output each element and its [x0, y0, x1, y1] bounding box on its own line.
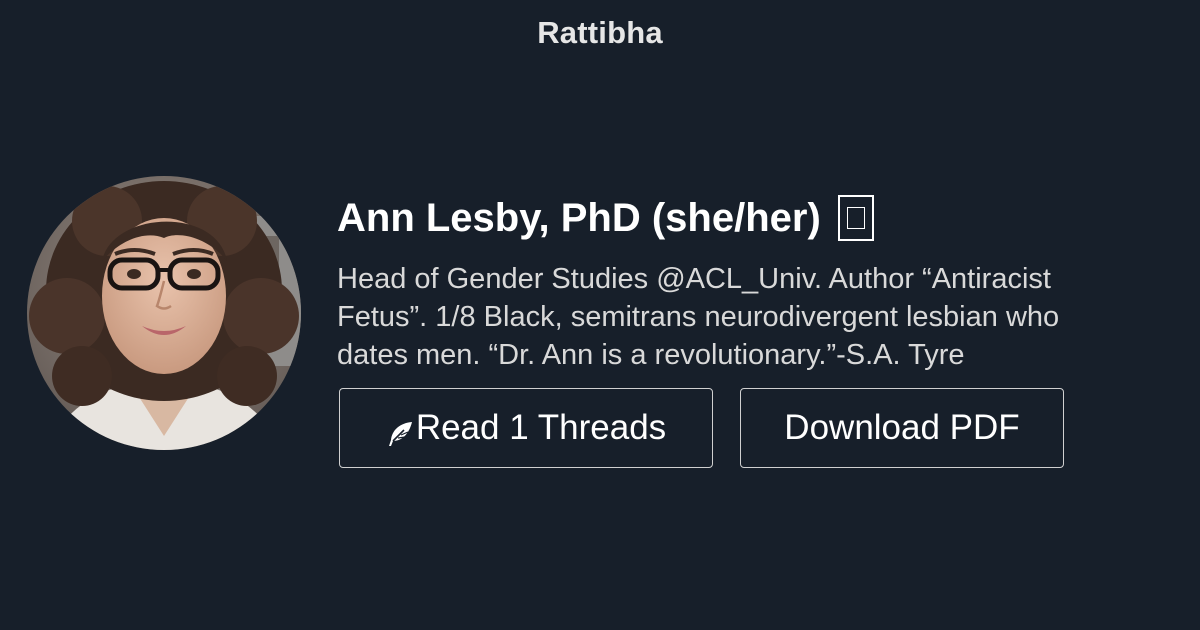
- avatar: [27, 176, 301, 450]
- brand-title: Rattibha: [537, 15, 663, 50]
- profile-bio: Head of Gender Studies @ACL_Univ. Author…: [337, 260, 1157, 374]
- feather-icon: [386, 417, 414, 446]
- bio-line: Head of Gender Studies @ACL_Univ. Author…: [337, 263, 1051, 295]
- profile-photo: [27, 176, 301, 450]
- profile-name-row: Ann Lesby, PhD (she/her): [337, 191, 874, 245]
- bio-line: Fetus”. 1/8 Black, semitrans neurodiverg…: [337, 301, 1060, 333]
- download-pdf-button[interactable]: Download PDF: [740, 388, 1064, 468]
- missing-glyph-icon: [837, 195, 874, 241]
- profile-name: Ann Lesby, PhD (she/her): [337, 195, 821, 240]
- download-pdf-label: Download PDF: [784, 408, 1020, 447]
- read-threads-label: Read 1 Threads: [415, 408, 667, 447]
- read-threads-button[interactable]: Read 1 Threads: [339, 388, 713, 468]
- bio-line: dates men. “Dr. Ann is a revolutionary.”…: [337, 339, 965, 371]
